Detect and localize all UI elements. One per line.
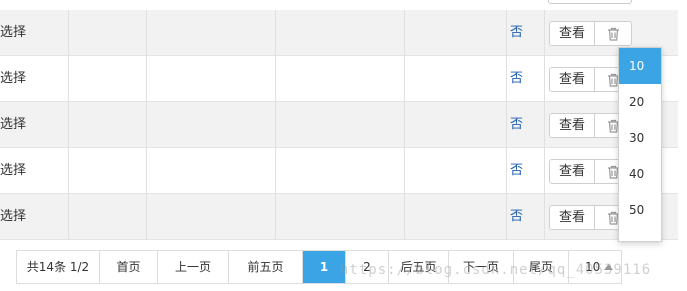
table-row: 未选择 否 查看 xyxy=(0,148,678,194)
flag-cell: 否 xyxy=(510,117,524,132)
flag-cell: 否 xyxy=(510,25,524,40)
column-divider xyxy=(404,56,405,101)
flag-cell: 否 xyxy=(510,163,524,178)
column-divider xyxy=(544,194,545,239)
column-divider xyxy=(404,194,405,239)
column-divider xyxy=(146,56,147,101)
table-row: 未选择 否 查看 xyxy=(0,10,678,56)
column-divider xyxy=(544,148,545,193)
caret-up-icon xyxy=(604,264,613,270)
column-divider xyxy=(146,102,147,147)
previous-row-action-buttons xyxy=(548,0,632,4)
column-divider xyxy=(506,102,507,147)
column-divider xyxy=(404,148,405,193)
data-table: 未选择 否 查看 未选择 否 查看 未选择 否 查看 xyxy=(0,10,678,240)
status-cell: 未选择 xyxy=(0,163,27,178)
column-divider xyxy=(146,148,147,193)
column-divider xyxy=(544,56,545,101)
last-page-button[interactable]: 尾页 xyxy=(514,251,569,283)
column-divider xyxy=(68,148,69,193)
page-size-option-50[interactable]: 50 xyxy=(619,192,661,228)
status-cell: 未选择 xyxy=(0,117,27,132)
table-row: 未选择 否 查看 xyxy=(0,102,678,148)
column-divider xyxy=(275,102,276,147)
column-divider xyxy=(68,56,69,101)
view-button[interactable]: 查看 xyxy=(549,159,595,184)
page-1-button[interactable]: 1 xyxy=(303,251,346,283)
page-size-option-10[interactable]: 10 xyxy=(619,48,661,84)
next-five-pages-button[interactable]: 后五页 xyxy=(389,251,449,283)
column-divider xyxy=(404,10,405,55)
view-button[interactable]: 查看 xyxy=(549,67,595,92)
delete-button[interactable] xyxy=(594,21,632,46)
column-divider xyxy=(404,102,405,147)
column-divider xyxy=(146,194,147,239)
page-size-dropdown: 10 20 30 40 50 xyxy=(618,47,662,242)
status-cell: 未选择 xyxy=(0,209,27,224)
table-row: 未选择 否 查看 xyxy=(0,56,678,102)
table-top-strip xyxy=(0,0,687,10)
page-2-button[interactable]: 2 xyxy=(346,251,389,283)
column-divider xyxy=(68,102,69,147)
prev-page-button[interactable]: 上一页 xyxy=(158,251,229,283)
first-page-button[interactable]: 首页 xyxy=(100,251,158,283)
page-size-select[interactable]: 10 xyxy=(569,251,621,283)
column-divider xyxy=(275,194,276,239)
column-divider xyxy=(506,56,507,101)
column-divider xyxy=(68,10,69,55)
column-divider xyxy=(544,10,545,55)
next-page-button[interactable]: 下一页 xyxy=(449,251,514,283)
column-divider xyxy=(275,10,276,55)
column-divider xyxy=(506,10,507,55)
pagination-summary: 共14条 1/2 xyxy=(17,251,100,283)
column-divider xyxy=(68,194,69,239)
page-size-option-20[interactable]: 20 xyxy=(619,84,661,120)
flag-cell: 否 xyxy=(510,209,524,224)
page-size-option-40[interactable]: 40 xyxy=(619,156,661,192)
pagination-bar: 共14条 1/2 首页 上一页 前五页 1 2 后五页 下一页 尾页 10 xyxy=(16,250,622,284)
column-divider xyxy=(544,102,545,147)
column-divider xyxy=(146,10,147,55)
view-button[interactable]: 查看 xyxy=(549,113,595,138)
table-row: 未选择 否 查看 xyxy=(0,194,678,240)
column-divider xyxy=(275,148,276,193)
column-divider xyxy=(275,56,276,101)
column-divider xyxy=(506,148,507,193)
page-size-option-30[interactable]: 30 xyxy=(619,120,661,156)
column-divider xyxy=(506,194,507,239)
flag-cell: 否 xyxy=(510,71,524,86)
page-size-value: 10 xyxy=(585,260,601,274)
trash-icon xyxy=(607,27,619,41)
status-cell: 未选择 xyxy=(0,25,27,40)
status-cell: 未选择 xyxy=(0,71,27,86)
view-button[interactable]: 查看 xyxy=(549,205,595,230)
prev-five-pages-button[interactable]: 前五页 xyxy=(229,251,303,283)
view-button[interactable]: 查看 xyxy=(549,21,595,46)
